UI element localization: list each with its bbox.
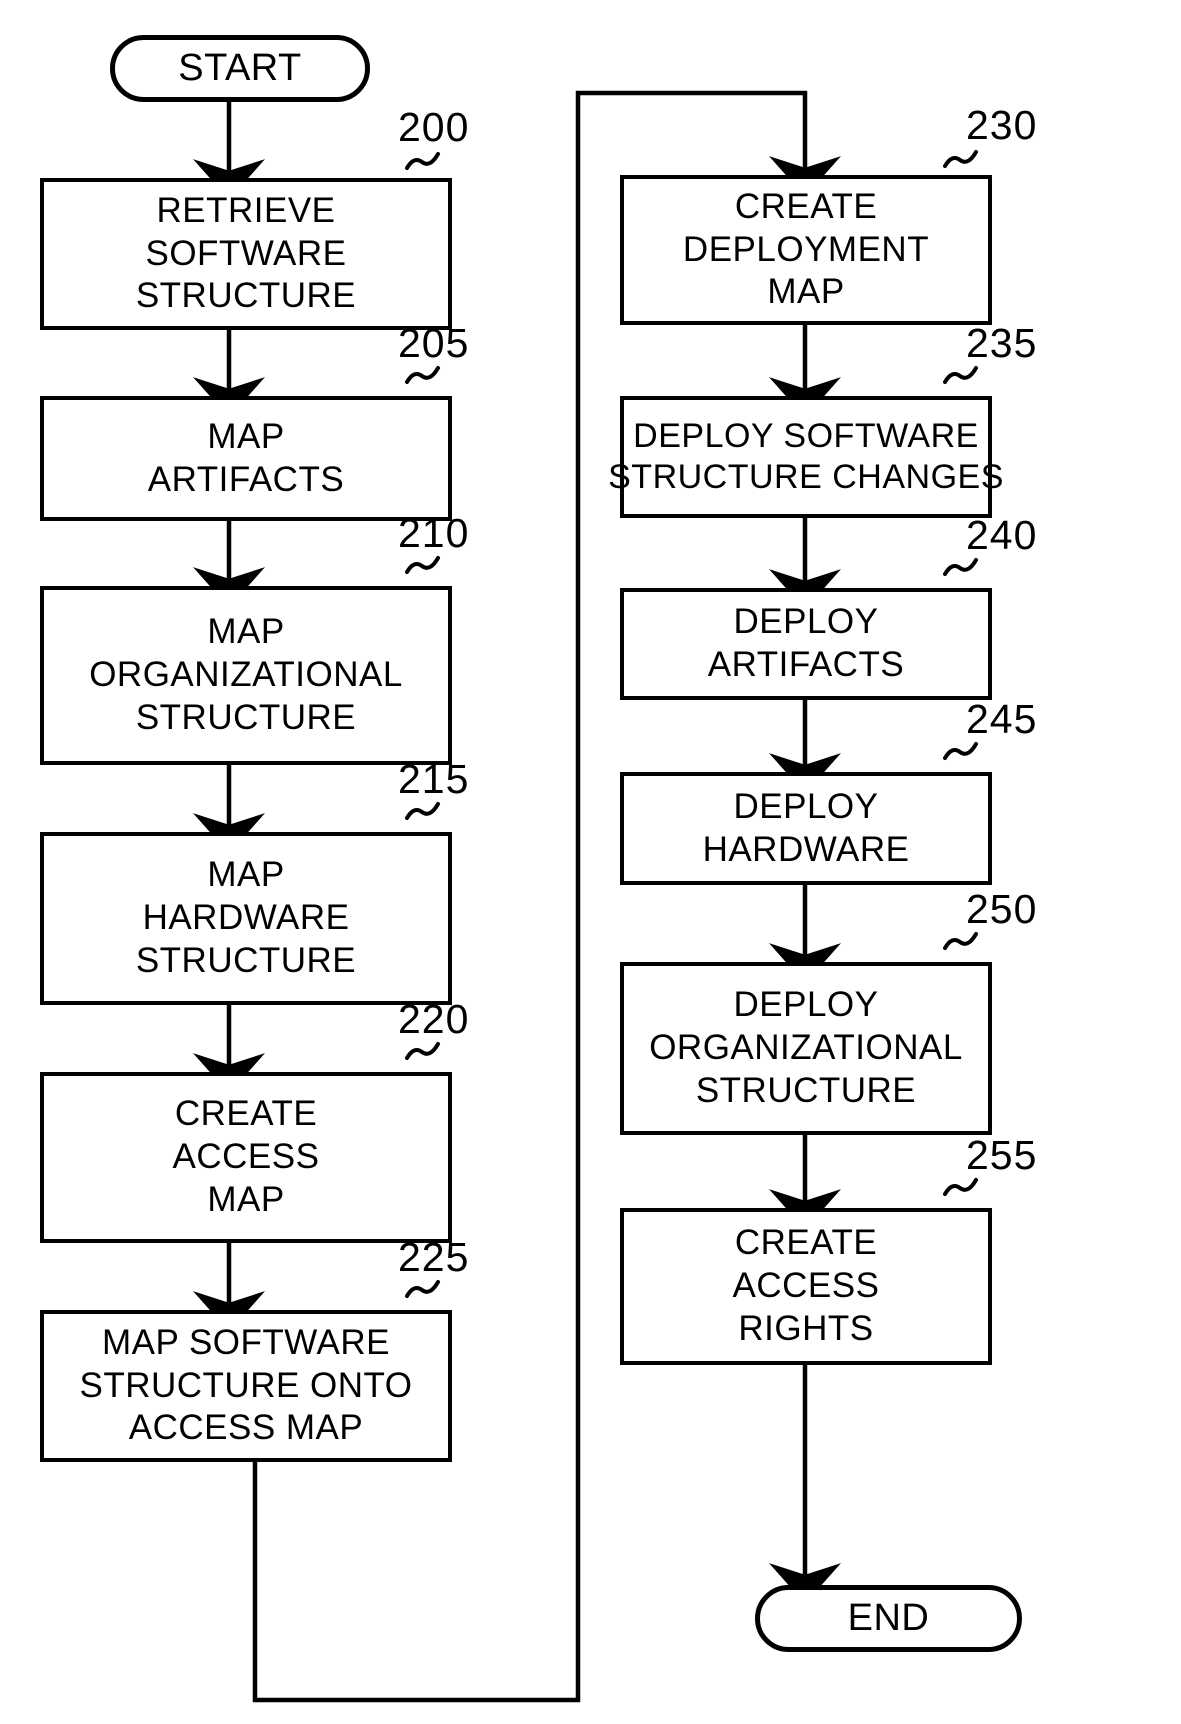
reference-number-250: 250 xyxy=(966,886,1038,932)
process-box-235-line-2: STRUCTURE CHANGES xyxy=(608,458,1004,496)
process-box-240-line-2: ARTIFACTS xyxy=(707,645,905,684)
process-box-200-line-3: STRUCTURE xyxy=(135,276,357,316)
leader-255 xyxy=(943,1178,978,1196)
leader-240 xyxy=(943,558,978,576)
process-box-205: MAP ARTIFACTS xyxy=(40,396,452,521)
leader-230 xyxy=(943,150,978,168)
process-box-230-line-3: MAP xyxy=(767,272,845,312)
process-box-220-line-2: ACCESS xyxy=(172,1137,320,1177)
process-box-210-line-1: MAP xyxy=(207,612,285,652)
reference-number-220: 220 xyxy=(398,996,470,1042)
reference-number-230: 230 xyxy=(966,102,1038,148)
process-box-225-line-1: MAP SOFTWARE xyxy=(102,1322,390,1362)
process-box-205-line-2: ARTIFACTS xyxy=(147,459,345,499)
process-box-240-line-1: DEPLOY xyxy=(733,602,879,642)
process-box-225: MAP SOFTWARE STRUCTURE ONTO ACCESS MAP xyxy=(40,1310,452,1462)
reference-number-255: 255 xyxy=(966,1132,1038,1178)
process-box-200-line-2: SOFTWARE xyxy=(145,233,347,273)
process-box-210-line-3: STRUCTURE xyxy=(135,697,357,737)
reference-number-240: 240 xyxy=(966,512,1038,558)
process-box-240: DEPLOY ARTIFACTS xyxy=(620,588,992,700)
process-box-210: MAP ORGANIZATIONAL STRUCTURE xyxy=(40,586,452,765)
reference-number-225: 225 xyxy=(398,1234,470,1280)
reference-number-215: 215 xyxy=(398,756,470,802)
terminator-start: START xyxy=(110,35,370,102)
process-box-215-line-1: MAP xyxy=(207,855,285,895)
process-box-255: CREATE ACCESS RIGHTS xyxy=(620,1208,992,1365)
leader-250 xyxy=(943,932,978,950)
process-box-250-line-2: ORGANIZATIONAL xyxy=(649,1028,963,1068)
process-box-210-line-2: ORGANIZATIONAL xyxy=(89,655,403,695)
process-box-200: RETRIEVE SOFTWARE STRUCTURE xyxy=(40,178,452,330)
leader-220 xyxy=(405,1042,440,1060)
reference-number-205: 205 xyxy=(398,320,470,366)
process-box-255-line-1: CREATE xyxy=(734,1223,878,1263)
process-box-250-line-1: DEPLOY xyxy=(733,985,879,1025)
leader-200 xyxy=(405,152,440,170)
process-box-215: MAP HARDWARE STRUCTURE xyxy=(40,832,452,1005)
process-box-220-line-3: MAP xyxy=(207,1179,285,1219)
leader-215 xyxy=(405,802,440,820)
process-box-230: CREATE DEPLOYMENT MAP xyxy=(620,175,992,325)
leader-225 xyxy=(405,1280,440,1298)
process-box-230-line-1: CREATE xyxy=(734,186,878,226)
process-box-225-line-2: STRUCTURE ONTO xyxy=(79,1365,413,1405)
leader-245 xyxy=(943,742,978,760)
reference-number-200: 200 xyxy=(398,104,470,150)
leader-235 xyxy=(943,366,978,384)
process-box-255-line-2: ACCESS xyxy=(732,1266,880,1306)
process-box-200-line-1: RETRIEVE xyxy=(156,190,336,230)
flowchart-canvas: START END RETRIEVE SOFTWARE STRUCTURE MA… xyxy=(0,0,1181,1724)
reference-number-235: 235 xyxy=(966,320,1038,366)
leader-205 xyxy=(405,366,440,384)
process-box-225-line-3: ACCESS MAP xyxy=(128,1408,364,1448)
process-box-245-line-1: DEPLOY xyxy=(733,786,879,826)
process-box-235-line-1: DEPLOY SOFTWARE xyxy=(633,416,979,455)
leader-210 xyxy=(405,556,440,574)
process-box-230-line-2: DEPLOYMENT xyxy=(682,229,930,269)
process-box-255-line-3: RIGHTS xyxy=(738,1308,874,1348)
process-box-215-line-2: HARDWARE xyxy=(142,898,350,938)
process-box-220-line-1: CREATE xyxy=(174,1094,318,1134)
process-box-245: DEPLOY HARDWARE xyxy=(620,772,992,885)
process-box-220: CREATE ACCESS MAP xyxy=(40,1072,452,1243)
process-box-245-line-2: HARDWARE xyxy=(702,829,910,869)
reference-number-210: 210 xyxy=(398,510,470,556)
process-box-215-line-3: STRUCTURE xyxy=(135,940,357,980)
process-box-235: DEPLOY SOFTWARE STRUCTURE CHANGES xyxy=(608,396,1003,518)
terminator-end-label: END xyxy=(847,1597,930,1640)
reference-number-245: 245 xyxy=(966,696,1038,742)
process-box-250: DEPLOY ORGANIZATIONAL STRUCTURE xyxy=(620,962,992,1135)
terminator-end: END xyxy=(755,1585,1022,1652)
process-box-205-line-1: MAP xyxy=(207,416,285,456)
terminator-start-label: START xyxy=(178,47,302,90)
process-box-250-line-3: STRUCTURE xyxy=(695,1070,917,1110)
